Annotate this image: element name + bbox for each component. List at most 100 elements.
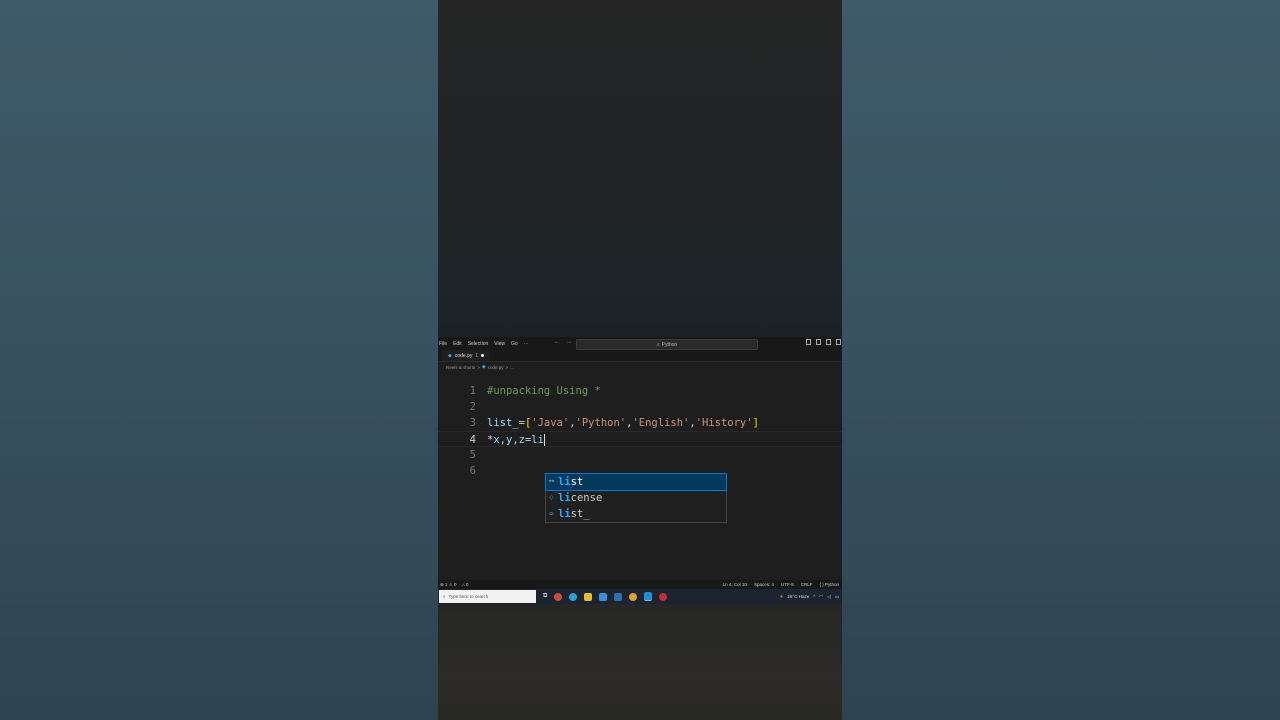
code-line[interactable]: 1 #unpacking Using * [438, 383, 842, 399]
suggestion-item[interactable]: ◌ license [546, 490, 726, 506]
store-icon[interactable] [599, 592, 608, 601]
weather-text[interactable]: 26°C Haze [787, 594, 809, 599]
volume-icon[interactable]: ◁ [827, 594, 830, 600]
code-token: 'Python' [575, 417, 627, 429]
chrome-alt-icon[interactable] [629, 592, 638, 601]
indentation[interactable]: Spaces: 4 [754, 582, 774, 587]
suggestion-label: license [558, 490, 602, 506]
variable-icon: ⚯ [548, 478, 555, 485]
forward-arrow-icon[interactable]: → [566, 339, 572, 345]
breadcrumb-separator: > [505, 364, 509, 370]
command-center-label: Python [661, 341, 678, 348]
menu-bar: File Edit Selection View Go ··· [438, 341, 529, 347]
suggestion-rest: cense [570, 492, 603, 504]
tab-filename: code.py [454, 352, 473, 359]
code-line[interactable]: 5 [438, 447, 842, 463]
title-bar: File Edit Selection View Go ··· ← → ⌕ Py… [438, 337, 842, 350]
breadcrumb-folder[interactable]: Reels & shorts [446, 365, 475, 370]
python-file-icon: ◆ [448, 352, 452, 359]
suggestion-rest: st_ [570, 508, 590, 520]
network-icon[interactable]: ◠ [819, 594, 823, 600]
suggestion-rest: st [570, 476, 584, 488]
text-cursor [543, 434, 545, 446]
suggestion-item[interactable]: ▭ list_ [546, 506, 726, 522]
code-token: ] [752, 417, 759, 429]
code-line[interactable]: 4 *x,y,z=li [438, 431, 842, 447]
customize-layout-icon[interactable] [836, 339, 841, 345]
variable-icon: ▭ [549, 510, 554, 517]
taskbar-apps: ⧉ [543, 592, 668, 601]
code-token: list_ [487, 417, 519, 429]
keyword-icon: ◌ [549, 494, 554, 501]
chevron-up-icon[interactable]: ^ [813, 594, 815, 599]
menu-edit[interactable]: Edit [453, 341, 462, 347]
breadcrumb-separator: > [477, 364, 480, 370]
search-icon: ⌕ [656, 341, 660, 348]
code-text: *x,y,z=li [487, 432, 545, 448]
modified-dot-icon[interactable] [481, 354, 485, 357]
video-bottom-area [438, 604, 842, 720]
ports-indicator[interactable]: ⛬ 0 [462, 582, 469, 588]
suggestion-label: list [558, 474, 583, 490]
weather-icon: ☀ [779, 593, 784, 599]
video-frame: File Edit Selection View Go ··· ← → ⌕ Py… [438, 0, 842, 720]
menu-selection[interactable]: Selection [468, 341, 489, 347]
line-number: 3 [469, 417, 476, 429]
code-editor[interactable]: 1 #unpacking Using * 2 3 list_=['Java','Pyth… [438, 372, 842, 576]
code-token: #unpacking Using * [487, 385, 601, 397]
breadcrumb-file[interactable]: code.py [488, 365, 504, 370]
cursor-position[interactable]: Ln 4, Col 10 [723, 582, 747, 587]
suggestion-widget: ⚯ list ◌ license ▭ list_ [545, 473, 727, 523]
mail-icon[interactable] [614, 592, 623, 601]
search-icon: ⌕ [443, 594, 446, 599]
suggestion-match: li [558, 508, 571, 520]
code-text: list_=['Java','Python','English','Histor… [487, 415, 759, 431]
chrome-icon[interactable] [554, 592, 563, 601]
app-icon[interactable] [659, 592, 668, 601]
suggestion-label: list_ [558, 506, 590, 522]
edge-icon[interactable] [569, 592, 578, 601]
menu-view[interactable]: View [494, 341, 505, 347]
code-token: 'History' [695, 417, 753, 429]
status-bar: ⊗ 1 ⚠ 0 ⛬ 0 Ln 4, Col 10 Spaces: 4 UTF-8… [438, 580, 842, 589]
toggle-panel-icon[interactable] [816, 339, 821, 345]
system-tray: ☀ 26°C Haze ^ ◠ ◁ ▭ [779, 594, 842, 600]
suggestion-item[interactable]: ⚯ list [545, 473, 727, 491]
line-number: 4 [469, 434, 476, 446]
line-ending[interactable]: CRLF [801, 582, 813, 587]
breadcrumb: Reels & shorts > ◆ code.py > ... [438, 362, 842, 372]
code-line[interactable]: 3 list_=['Java','Python','English','Histo… [438, 415, 842, 431]
menu-file[interactable]: File [439, 341, 447, 347]
encoding[interactable]: UTF-8 [781, 582, 794, 587]
taskbar-search[interactable]: ⌕ Type here to search [439, 590, 536, 603]
background-left [0, 0, 438, 720]
background-right [842, 0, 1280, 720]
vscode-icon[interactable] [644, 592, 653, 601]
line-number: 6 [469, 465, 476, 477]
language-mode[interactable]: { } Python [819, 582, 839, 587]
windows-taskbar: ⌕ Type here to search ⧉ ☀ 26°C Haze ^ ◠ … [438, 589, 842, 604]
python-file-icon: ◆ [481, 364, 486, 370]
line-number: 5 [469, 449, 476, 461]
file-explorer-icon[interactable] [584, 592, 593, 601]
breadcrumb-symbol[interactable]: ... [510, 365, 514, 370]
suggestion-match: li [558, 492, 571, 504]
toggle-secondary-sidebar-icon[interactable] [826, 339, 831, 345]
tab-bar: ◆ code.py 1 [438, 349, 842, 362]
code-line[interactable]: 2 [438, 399, 842, 415]
menu-more[interactable]: ··· [524, 341, 529, 347]
line-number: 2 [469, 401, 476, 413]
line-number: 1 [469, 385, 476, 397]
battery-icon[interactable]: ▭ [835, 594, 839, 600]
toggle-sidebar-icon[interactable] [806, 339, 811, 345]
command-center[interactable]: ⌕ Python [576, 339, 758, 350]
task-view-icon[interactable]: ⧉ [543, 593, 547, 600]
code-text: #unpacking Using * [487, 383, 601, 399]
suggestion-match: li [558, 476, 571, 488]
tab-code-py[interactable]: ◆ code.py 1 [442, 349, 491, 361]
layout-controls [806, 339, 841, 345]
problems-indicator[interactable]: ⊗ 1 ⚠ 0 [440, 582, 457, 588]
back-arrow-icon[interactable]: ← [554, 339, 560, 345]
menu-go[interactable]: Go [511, 341, 518, 347]
code-token: 'Java' [531, 417, 570, 429]
